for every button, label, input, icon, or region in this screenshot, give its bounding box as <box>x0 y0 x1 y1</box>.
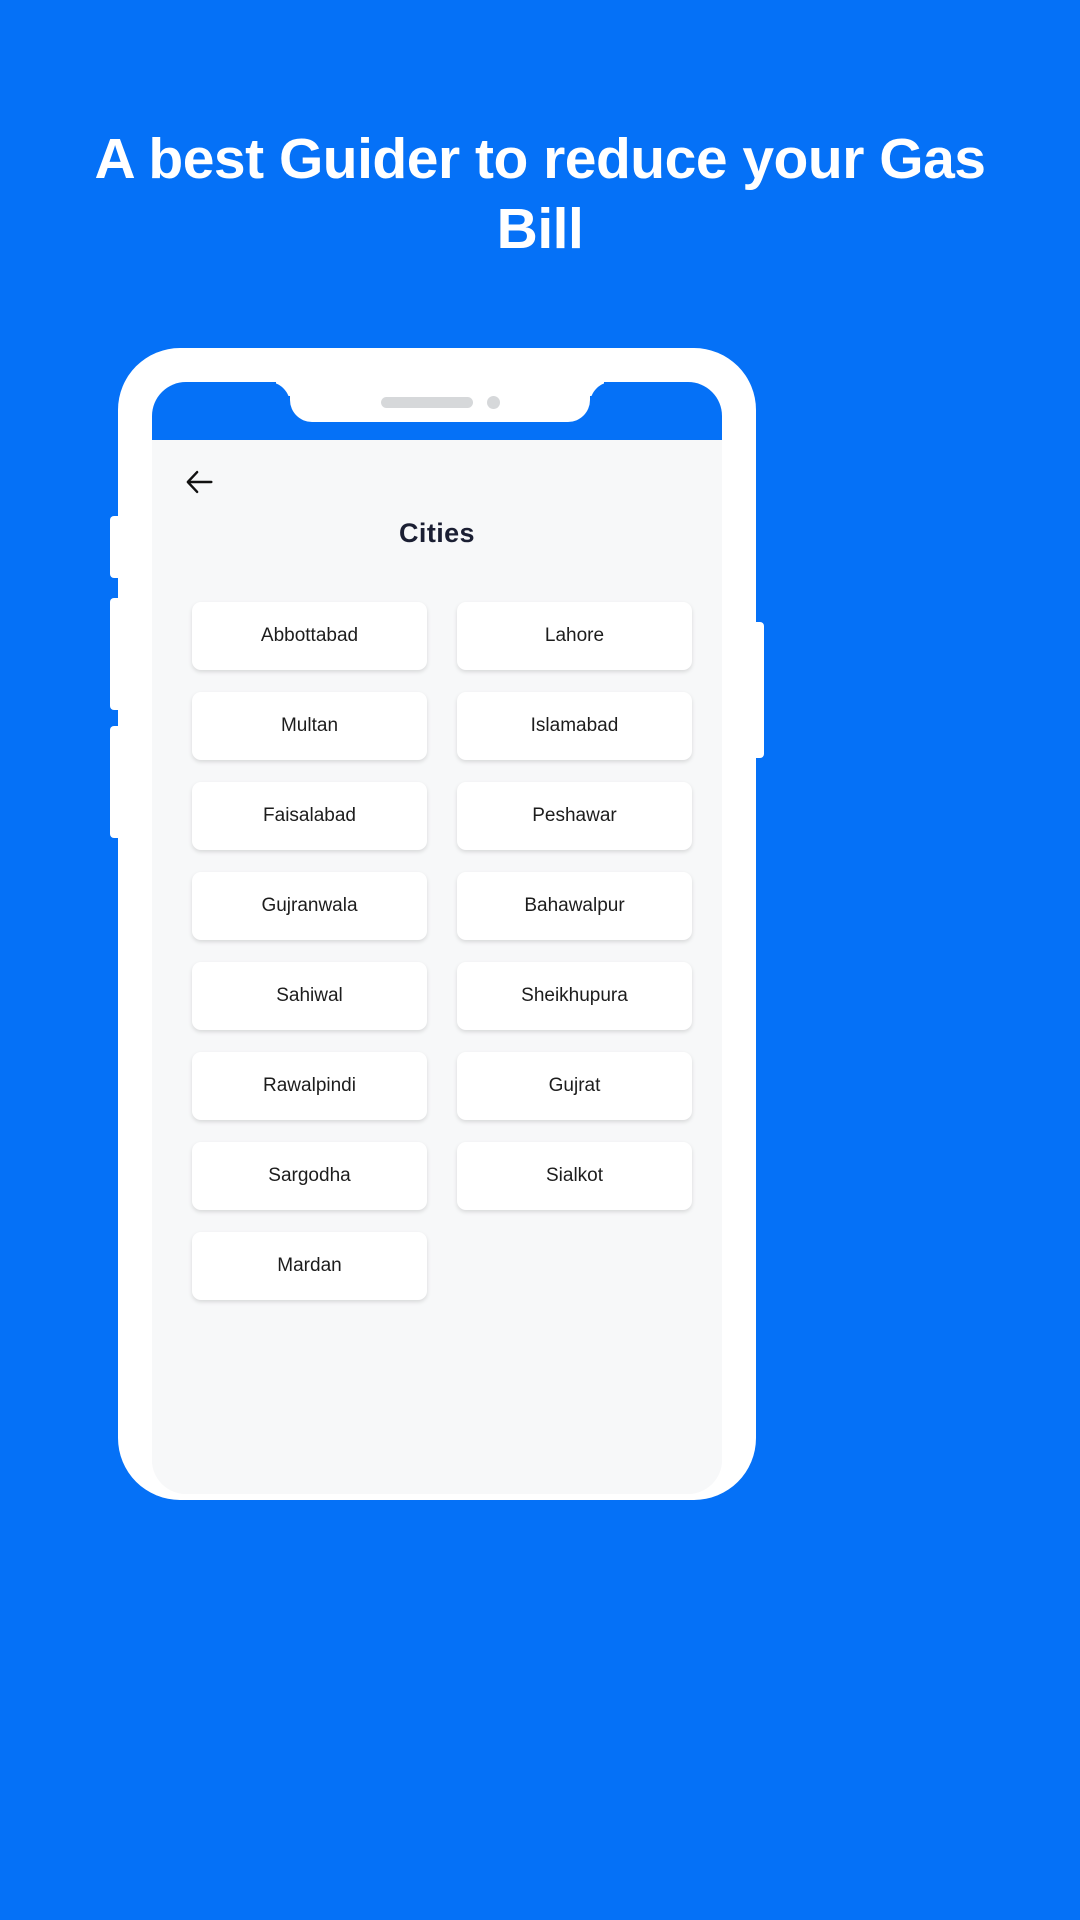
city-button[interactable]: Islamabad <box>457 692 692 760</box>
back-arrow-icon[interactable] <box>178 460 222 504</box>
city-button[interactable]: Gujranwala <box>192 872 427 940</box>
city-button[interactable]: Sahiwal <box>192 962 427 1030</box>
front-camera-icon <box>486 395 500 409</box>
city-button[interactable]: Sialkot <box>457 1142 692 1210</box>
city-grid: Abbottabad Lahore Multan Islamabad Faisa… <box>192 602 692 1300</box>
phone-notch <box>290 382 590 422</box>
app-content: Cities Abbottabad Lahore Multan Islamaba… <box>152 440 722 1494</box>
phone-screen: Cities Abbottabad Lahore Multan Islamaba… <box>152 382 722 1494</box>
phone-mockup: Cities Abbottabad Lahore Multan Islamaba… <box>110 348 764 1500</box>
app-top-bar <box>152 440 722 520</box>
city-button[interactable]: Sargodha <box>192 1142 427 1210</box>
speaker-grille-icon <box>380 396 473 408</box>
city-button[interactable]: Gujrat <box>457 1052 692 1120</box>
city-button[interactable]: Lahore <box>457 602 692 670</box>
city-button[interactable]: Mardan <box>192 1232 427 1300</box>
phone-body: Cities Abbottabad Lahore Multan Islamaba… <box>118 348 756 1500</box>
promo-headline: A best Guider to reduce your Gas Bill <box>0 124 1080 264</box>
city-button[interactable]: Faisalabad <box>192 782 427 850</box>
page-title: Cities <box>399 518 475 548</box>
city-button[interactable]: Peshawar <box>457 782 692 850</box>
city-button[interactable]: Sheikhupura <box>457 962 692 1030</box>
headline-line-1: A best Guider to reduce your <box>94 127 865 191</box>
city-button[interactable]: Rawalpindi <box>192 1052 427 1120</box>
city-button[interactable]: Abbottabad <box>192 602 427 670</box>
city-button[interactable]: Multan <box>192 692 427 760</box>
city-button[interactable]: Bahawalpur <box>457 872 692 940</box>
